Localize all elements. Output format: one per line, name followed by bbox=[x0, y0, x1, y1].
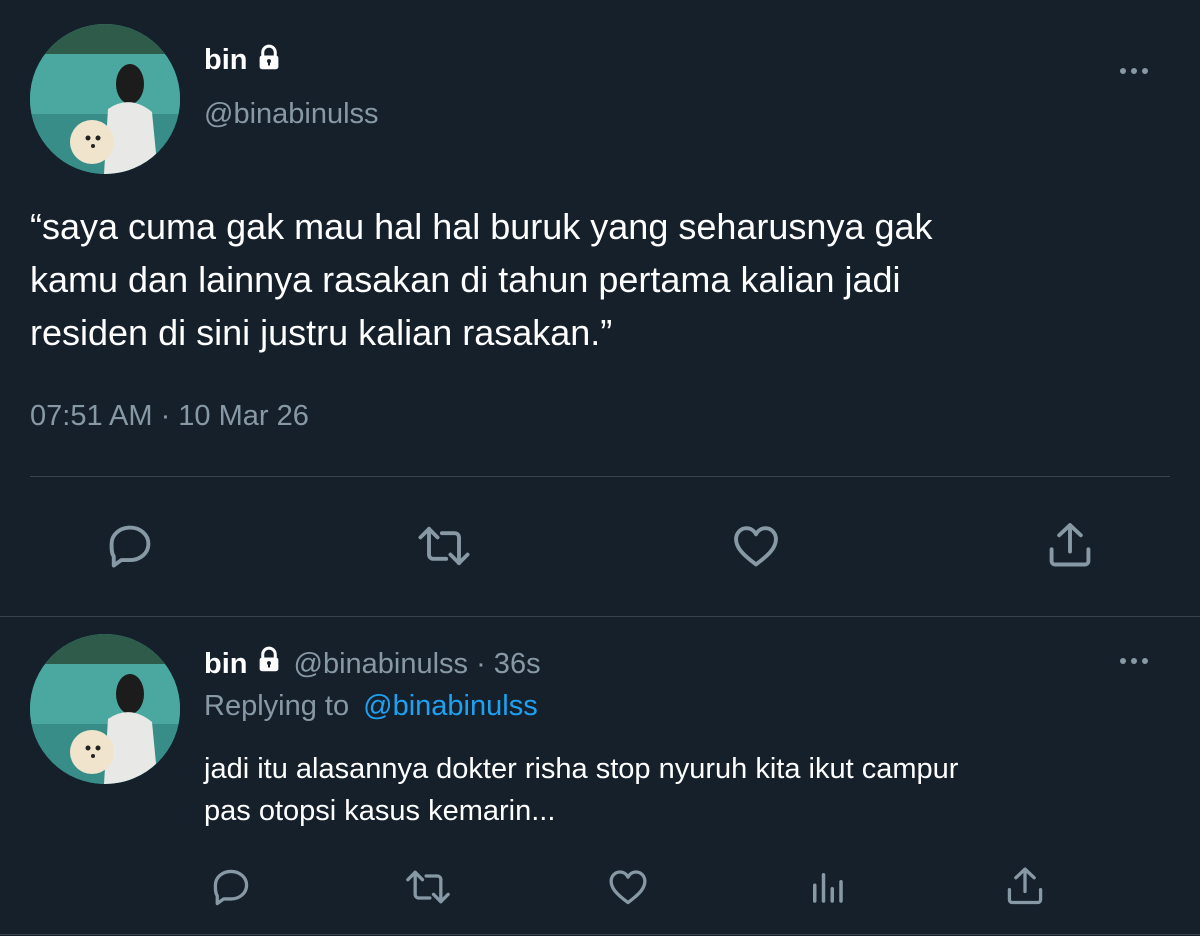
share-icon[interactable] bbox=[1000, 862, 1050, 910]
more-icon[interactable] bbox=[1120, 658, 1148, 664]
reply-text-line: pas otopsi kasus kemarin... bbox=[204, 795, 556, 827]
divider bbox=[0, 934, 1200, 935]
divider bbox=[30, 476, 1170, 477]
like-icon[interactable] bbox=[603, 864, 653, 910]
avatar-photo bbox=[30, 24, 180, 174]
handle-time[interactable]: @binabinulss · 36s bbox=[294, 648, 541, 681]
avatar[interactable] bbox=[30, 24, 180, 174]
share-icon[interactable] bbox=[1040, 516, 1100, 574]
replying-handle-link[interactable]: @binabinulss bbox=[363, 690, 538, 722]
avatar[interactable] bbox=[30, 634, 180, 784]
tweet-text-line: residen di sini justru kalian rasakan.” bbox=[30, 312, 613, 353]
lock-icon bbox=[254, 43, 284, 78]
retweet-icon[interactable] bbox=[400, 864, 456, 910]
retweet-icon[interactable] bbox=[412, 518, 476, 574]
analytics-icon[interactable] bbox=[804, 864, 850, 910]
divider bbox=[0, 616, 1200, 617]
reply-icon[interactable] bbox=[206, 864, 256, 910]
like-icon[interactable] bbox=[726, 518, 786, 574]
timestamp[interactable]: 07:51 AM · 10 Mar 26 bbox=[30, 400, 309, 433]
avatar-photo bbox=[30, 634, 180, 784]
more-icon[interactable] bbox=[1120, 68, 1148, 74]
reply-text-line: jadi itu alasannya dokter risha stop nyu… bbox=[204, 753, 959, 785]
tweet-text-line: “saya cuma gak mau hal hal buruk yang se… bbox=[30, 206, 933, 247]
handle[interactable]: @binabinulss bbox=[204, 98, 379, 131]
replying-label: Replying to bbox=[204, 690, 350, 722]
reply-text: jadi itu alasannya dokter risha stop nyu… bbox=[204, 748, 1164, 832]
lock-icon bbox=[254, 645, 284, 683]
display-name[interactable]: bin bbox=[204, 648, 248, 681]
tweet-text: “saya cuma gak mau hal hal buruk yang se… bbox=[30, 200, 1180, 359]
tweet-text-line: kamu dan lainnya rasakan di tahun pertam… bbox=[30, 259, 901, 300]
reply-icon[interactable] bbox=[100, 518, 160, 574]
display-name[interactable]: bin bbox=[204, 44, 248, 77]
replying-to: Replying to @binabinulss bbox=[204, 690, 538, 723]
